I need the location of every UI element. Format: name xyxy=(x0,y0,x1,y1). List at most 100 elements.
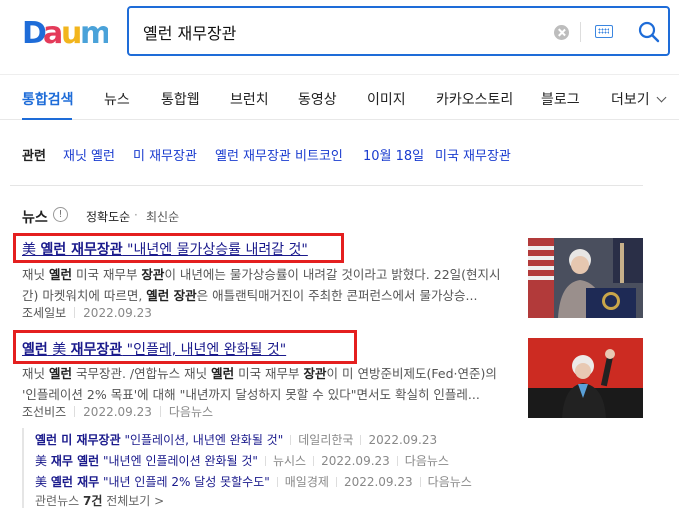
tab-integrated[interactable]: 통합검색 xyxy=(22,89,74,109)
related-news-source[interactable]: 매일경제 xyxy=(285,475,329,489)
divider xyxy=(313,456,315,466)
related-news-bar xyxy=(22,428,24,508)
svg-text:a: a xyxy=(43,16,61,48)
article-title[interactable]: 美 옐런 재무장관 "내년엔 물가상승률 내려갈 것" xyxy=(22,239,308,259)
article-date: 2022.09.23 xyxy=(83,405,152,419)
divider xyxy=(159,406,161,417)
tab-brunch[interactable]: 브런치 xyxy=(230,89,269,109)
title-part: "내년 인플레 2% 달성 못할수도" xyxy=(99,475,270,489)
snippet-part: 은 애틀랜틱매거진이 주최한 콘퍼런스에서 물가상승... xyxy=(196,288,478,303)
snippet-keyword: 옐런 장관 xyxy=(146,288,197,303)
svg-text:m: m xyxy=(80,16,108,48)
svg-text:u: u xyxy=(61,16,80,48)
article-source[interactable]: 조선비즈 xyxy=(22,405,66,419)
related-item[interactable]: 재닛 옐런 xyxy=(63,145,115,164)
tab-video[interactable]: 동영상 xyxy=(298,89,337,109)
snippet-part: 미국 재무부 xyxy=(234,366,304,381)
search-box xyxy=(127,6,670,56)
related-news-more-link[interactable]: 관련뉴스 7건 전체보기 > xyxy=(35,492,164,509)
related-news-date: 2022.09.23 xyxy=(321,454,390,468)
related-item[interactable]: 미 재무장관 xyxy=(133,145,197,164)
divider xyxy=(419,477,421,487)
title-keyword: 재무 옐런 xyxy=(50,454,100,468)
snippet-part: 재닛 xyxy=(22,366,49,381)
related-item[interactable]: 10월 18일 xyxy=(363,145,424,164)
article-thumbnail[interactable] xyxy=(528,338,643,418)
article-source[interactable]: 조세일보 xyxy=(22,306,66,320)
article-meta: 조세일보 2022.09.23 xyxy=(22,304,152,321)
related-news-source[interactable]: 데일리한국 xyxy=(298,433,353,447)
tab-more[interactable]: 더보기 xyxy=(611,89,667,109)
yellen-podium-image xyxy=(528,238,643,318)
article-thumbnail[interactable] xyxy=(528,238,643,318)
divider xyxy=(580,22,581,42)
divider xyxy=(74,307,76,318)
search-input[interactable] xyxy=(143,20,543,44)
title-keyword: 옐런 xyxy=(22,342,48,358)
title-part: 美 xyxy=(35,475,51,489)
related-item[interactable]: 옐런 재무장관 비트코인 xyxy=(215,145,343,164)
tab-kakaostory[interactable]: 카카오스토리 xyxy=(436,89,513,109)
info-icon[interactable]: ! xyxy=(53,207,68,222)
related-news-title[interactable]: 美 재무 옐런 "내년엔 인플레이션 완화될 것" xyxy=(35,454,258,468)
daum-logo-graphic: D a u m xyxy=(22,16,111,51)
clear-icon[interactable] xyxy=(554,25,569,40)
snippet-part: 재닛 xyxy=(22,267,49,282)
title-keyword: 옐런 재무장관 xyxy=(40,242,123,258)
title-part: "인플레이션, 내년엔 완화될 것" xyxy=(120,433,284,447)
related-news-item[interactable]: 美 재무 옐런 "내년엔 인플레이션 완화될 것" 뉴시스 2022.09.23 다음… xyxy=(35,452,449,469)
chevron-down-icon xyxy=(656,92,667,103)
related-news-item[interactable]: 옐런 미 재무장관 "인플레이션, 내년엔 완화될 것" 데일리한국 2022.09… xyxy=(35,431,437,448)
title-keyword: 재무장관 xyxy=(70,342,123,358)
sort-latest[interactable]: 최신순 xyxy=(146,208,179,225)
title-part: 美 xyxy=(35,454,51,468)
tab-image[interactable]: 이미지 xyxy=(367,89,406,109)
article-meta: 조선비즈 2022.09.23 다음뉴스 xyxy=(22,403,213,420)
divider xyxy=(276,477,278,487)
snippet-keyword: 옐런 xyxy=(211,366,235,381)
article-date: 2022.09.23 xyxy=(83,306,152,320)
divider xyxy=(74,406,76,417)
snippet-part: 국무장관. /연합뉴스 재닛 xyxy=(72,366,212,381)
related-news-date: 2022.09.23 xyxy=(343,475,413,489)
yellen-wave-image xyxy=(528,338,643,418)
sort-separator: · xyxy=(134,208,138,222)
snippet-keyword: 장관 xyxy=(141,267,165,282)
search-button[interactable] xyxy=(637,20,661,44)
related-news-date: 2022.09.23 xyxy=(368,433,438,447)
related-news-item[interactable]: 美 옐런 재무 "내년 인플레 2% 달성 못할수도" 매일경제 2022.09.2… xyxy=(35,473,472,490)
divider xyxy=(360,435,362,445)
tab-blog[interactable]: 블로그 xyxy=(541,89,580,109)
related-news-source[interactable]: 뉴시스 xyxy=(273,454,306,468)
related-news-via[interactable]: 다음뉴스 xyxy=(405,454,449,468)
article-title[interactable]: 옐런 美 재무장관 "인플레, 내년엔 완화될 것" xyxy=(22,339,286,359)
related-news-title[interactable]: 美 옐런 재무 "내년 인플레 2% 달성 못할수도" xyxy=(35,475,270,489)
article-snippet: 재닛 옐런 미국 재무부 장관이 내년에는 물가상승률이 내려갈 것이라고 밝혔… xyxy=(22,264,510,306)
related-news-title[interactable]: 옐런 미 재무장관 "인플레이션, 내년엔 완화될 것" xyxy=(35,433,283,447)
title-part: "내년엔 물가상승률 내려갈 것" xyxy=(122,242,308,258)
tab-web[interactable]: 통합웹 xyxy=(161,89,200,109)
keyboard-icon[interactable] xyxy=(595,25,613,38)
related-news-via[interactable]: 다음뉴스 xyxy=(428,475,472,489)
title-part: 美 xyxy=(47,342,71,358)
title-part: "내년엔 인플레이션 완화될 것" xyxy=(99,454,258,468)
tab-news[interactable]: 뉴스 xyxy=(104,89,130,109)
section-divider xyxy=(10,185,643,186)
header: D a u m xyxy=(0,0,679,74)
more-count: 7건 xyxy=(82,494,103,508)
title-keyword: 옐런 미 재무장관 xyxy=(35,433,121,447)
related-searches: 관련 재닛 옐런 미 재무장관 옐런 재무장관 비트코인 10월 18일 미국 … xyxy=(0,120,679,185)
divider xyxy=(396,456,398,466)
sort-accuracy[interactable]: 정확도순 xyxy=(86,208,130,225)
search-tabs: 통합검색 뉴스 통합웹 브런치 동영상 이미지 카카오스토리 블로그 더보기 xyxy=(0,74,679,120)
article-snippet: 재닛 옐런 국무장관. /연합뉴스 재닛 옐런 미국 재무부 장관이 미 연방준… xyxy=(22,363,510,405)
related-title: 관련 xyxy=(22,149,46,164)
article-via[interactable]: 다음뉴스 xyxy=(169,405,213,419)
more-label: 전체보기 > xyxy=(102,494,165,508)
snippet-keyword: 장관 xyxy=(303,366,327,381)
title-keyword: 옐런 재무 xyxy=(50,475,100,489)
related-item[interactable]: 미국 재무장관 xyxy=(435,145,511,164)
daum-logo[interactable]: D a u m xyxy=(22,14,111,51)
tab-more-label: 더보기 xyxy=(611,92,650,108)
news-section-title: 뉴스 xyxy=(22,210,48,226)
